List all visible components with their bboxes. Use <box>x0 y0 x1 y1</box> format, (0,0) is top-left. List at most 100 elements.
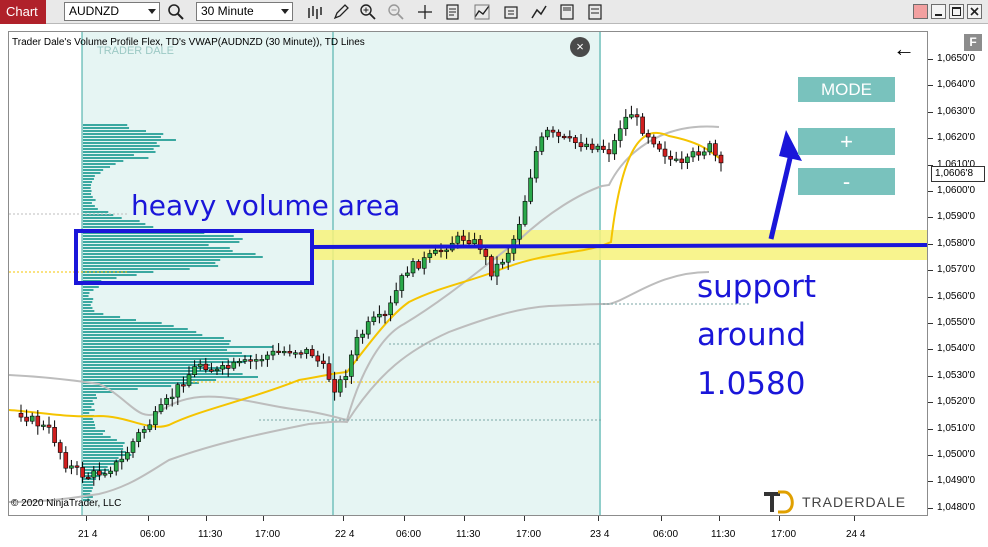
profile-bar <box>83 430 106 432</box>
candle-body <box>203 363 209 370</box>
time-axis[interactable]: 21 4 06:00 11:30 17:00 22 4 06:00 11:30 17:00 23… <box>8 516 928 547</box>
line-chart-icon[interactable] <box>530 3 548 21</box>
copyright: © 2020 NinjaTrader, LLC <box>11 498 122 509</box>
chart-panel[interactable]: TRADER DALE Trader Dale's Volume Profile… <box>8 31 928 516</box>
profile-bar <box>83 217 122 219</box>
candle-body <box>315 355 321 362</box>
profile-bar <box>83 346 273 348</box>
time-axis-tick <box>524 516 525 521</box>
profile-bar <box>83 484 93 486</box>
templates-icon[interactable] <box>558 3 576 21</box>
candle-body <box>494 263 500 277</box>
price-axis-label: 1,0560'0 <box>937 290 976 302</box>
indicators-icon[interactable] <box>473 3 491 21</box>
back-arrow-icon[interactable]: ← <box>893 38 915 60</box>
profile-bar <box>83 250 233 252</box>
profile-bar <box>83 301 93 303</box>
profile-bar <box>83 244 209 246</box>
candle-body <box>623 116 629 130</box>
mode-button[interactable]: MODE <box>798 77 895 102</box>
profile-bar <box>83 265 219 267</box>
profile-bar <box>83 352 242 354</box>
profile-bar <box>83 154 134 156</box>
profile-bar <box>83 196 93 198</box>
candle-body <box>668 155 673 160</box>
candle-body <box>158 404 164 412</box>
list-icon[interactable] <box>586 3 604 21</box>
close-profile-icon[interactable]: × <box>570 37 590 57</box>
time-axis-label: 06:00 <box>396 529 422 540</box>
timeframe-select[interactable]: 30 Minute <box>196 2 293 21</box>
logo-text: TRADERDALE <box>802 494 907 510</box>
time-axis-tick <box>86 516 87 521</box>
candle-body <box>701 151 707 156</box>
bar-chart-style-icon[interactable] <box>306 3 324 21</box>
candle-body <box>349 354 354 377</box>
maximize-icon[interactable] <box>949 4 964 19</box>
zoom-out-icon[interactable] <box>387 3 405 21</box>
properties-icon[interactable] <box>444 3 462 21</box>
chart-tab[interactable]: Chart <box>0 0 46 24</box>
profile-bar <box>83 406 92 408</box>
profile-bar <box>83 457 119 459</box>
time-axis-label: 22 4 <box>335 529 355 540</box>
price-axis-tick <box>928 191 933 192</box>
zoom-in-icon[interactable] <box>359 3 377 21</box>
candle-body <box>276 350 281 353</box>
instrument-select[interactable]: AUDNZD <box>64 2 160 21</box>
candle-body <box>85 476 91 480</box>
profile-bar <box>83 181 93 183</box>
time-axis-tick <box>404 516 405 521</box>
profile-bar <box>83 292 90 294</box>
profile-session-background <box>82 32 601 515</box>
candle-body <box>192 366 197 376</box>
candle-body <box>169 396 175 399</box>
profile-bar <box>83 379 217 381</box>
candle-body <box>360 333 365 338</box>
toolbar: Chart AUDNZD 30 Minute <box>0 0 988 24</box>
profile-bar <box>83 178 94 180</box>
profile-bar <box>83 439 117 441</box>
candle-body <box>97 470 102 476</box>
profile-bar <box>83 247 230 249</box>
search-icon[interactable] <box>167 3 185 21</box>
minimize-icon[interactable] <box>931 4 946 19</box>
price-axis-tick <box>928 481 933 483</box>
candle-body <box>46 424 52 428</box>
help-icon[interactable] <box>913 4 928 19</box>
candle-body <box>197 363 203 367</box>
candle-body <box>421 257 427 269</box>
candle-body <box>461 235 466 241</box>
candle-body <box>153 411 158 426</box>
pencil-icon[interactable] <box>332 3 350 21</box>
candle-body <box>399 275 405 291</box>
price-axis-label: 1,0520'0 <box>937 396 976 408</box>
candle-body <box>617 128 623 141</box>
minus-button[interactable]: - <box>798 168 895 195</box>
profile-bar <box>83 226 154 228</box>
profile-bar <box>83 397 97 399</box>
candle-body <box>354 337 360 356</box>
profile-bar <box>83 172 101 174</box>
candle-body <box>651 136 657 145</box>
candle-body <box>539 136 545 152</box>
close-icon[interactable] <box>967 4 982 19</box>
format-icon[interactable]: F <box>964 34 982 51</box>
plus-button[interactable]: + <box>798 128 895 155</box>
candle-body <box>472 239 477 244</box>
profile-bar <box>83 241 240 243</box>
profile-bar <box>83 424 95 426</box>
candle-body <box>606 149 612 155</box>
time-axis-label: 21 4 <box>78 529 98 540</box>
price-axis-tick <box>928 402 933 404</box>
price-axis[interactable]: 1,0650'0 1,0640'0 1,0630'0 1,0620'0 1,0610'0… <box>928 31 988 516</box>
strategies-icon[interactable] <box>502 3 520 21</box>
candle-body <box>433 249 438 254</box>
candle-body <box>52 427 57 443</box>
time-axis-label: 23 4 <box>590 529 610 540</box>
profile-bar <box>83 409 95 411</box>
candle-body <box>371 316 377 322</box>
crosshair-icon[interactable] <box>416 3 434 21</box>
price-axis-tick <box>928 455 933 456</box>
candle-body <box>259 359 265 362</box>
